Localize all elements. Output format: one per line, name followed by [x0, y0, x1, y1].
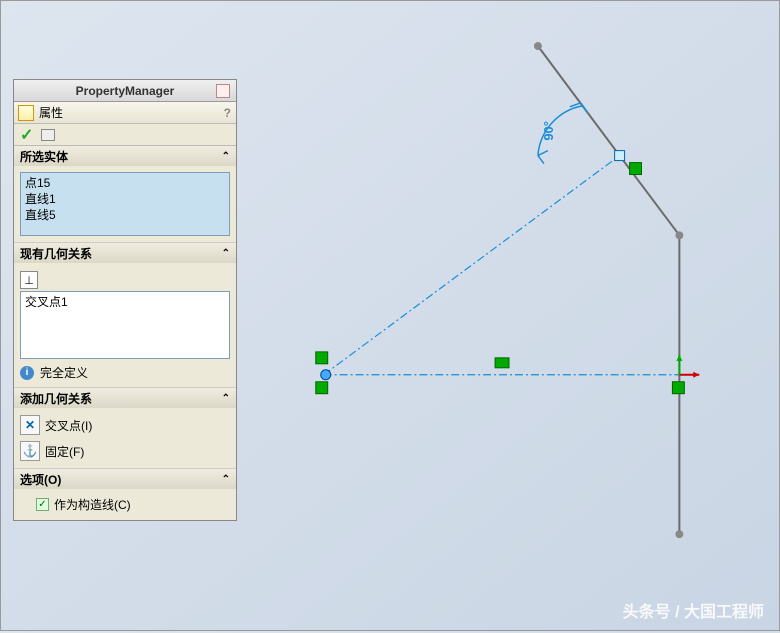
- intersection-button[interactable]: ✕ 交叉点(I): [20, 412, 230, 438]
- origin-marker: [676, 355, 699, 378]
- property-manager-panel: PropertyManager 属性 ? ✓ 所选实体 ⌃ 点15 直线1 直线…: [13, 79, 237, 521]
- existing-relations-section: 现有几何关系 ⌃ ⊥ 交叉点1 i 完全定义: [14, 243, 236, 388]
- intersection-label: 交叉点(I): [45, 417, 92, 434]
- status-text: 完全定义: [40, 364, 88, 381]
- arrow-icon: [581, 103, 588, 113]
- options-title: 选项(O): [20, 471, 61, 488]
- properties-label: 属性: [39, 104, 63, 121]
- anchor-icon: ⚓: [20, 441, 40, 461]
- arrow-icon: [538, 156, 544, 164]
- watermark-text: 头条号 / 大国工程师: [623, 598, 764, 622]
- checkbox-checked-icon[interactable]: ✓: [36, 498, 49, 511]
- fix-button[interactable]: ⚓ 固定(F): [20, 438, 230, 464]
- sketch-canvas[interactable]: 90°: [249, 1, 779, 630]
- endpoint-icon[interactable]: [675, 530, 683, 538]
- endpoint-icon[interactable]: [534, 42, 542, 50]
- keep-visible-icon[interactable]: [41, 129, 55, 141]
- collapse-icon[interactable]: ⌃: [222, 474, 230, 485]
- list-item[interactable]: 直线5: [25, 207, 225, 223]
- existing-listbox[interactable]: 交叉点1: [20, 291, 230, 359]
- selected-entities-section: 所选实体 ⌃ 点15 直线1 直线5: [14, 146, 236, 243]
- existing-title: 现有几何关系: [20, 245, 92, 262]
- status-row: i 完全定义: [20, 364, 230, 381]
- angle-dimension[interactable]: 90°: [541, 121, 556, 141]
- help-icon[interactable]: ?: [224, 106, 231, 120]
- selected-title: 所选实体: [20, 148, 68, 165]
- construction-label: 作为构造线(C): [54, 496, 131, 513]
- collapse-icon[interactable]: ⌃: [222, 393, 230, 404]
- constraint-icon[interactable]: [672, 382, 684, 394]
- point-icon[interactable]: [321, 370, 331, 380]
- selection-handle[interactable]: [615, 151, 625, 161]
- add-relations-section: 添加几何关系 ⌃ ✕ 交叉点(I) ⚓ 固定(F): [14, 388, 236, 469]
- add-title: 添加几何关系: [20, 390, 92, 407]
- constraint-icon[interactable]: [495, 358, 509, 368]
- ok-button[interactable]: ✓: [20, 125, 33, 145]
- collapse-icon[interactable]: ⌃: [222, 248, 230, 259]
- sketch-line[interactable]: [620, 156, 680, 236]
- relation-type-row: ⊥: [20, 271, 230, 289]
- pm-header: PropertyManager: [14, 80, 236, 102]
- constraint-icon[interactable]: [316, 382, 328, 394]
- arrow-icon: [538, 151, 548, 156]
- add-header[interactable]: 添加几何关系 ⌃: [14, 388, 236, 408]
- fix-label: 固定(F): [45, 443, 84, 460]
- pushpin-icon[interactable]: [216, 84, 230, 98]
- properties-row: 属性 ?: [14, 102, 236, 124]
- selected-header[interactable]: 所选实体 ⌃: [14, 146, 236, 166]
- list-item[interactable]: 交叉点1: [25, 294, 225, 310]
- properties-icon: [18, 105, 34, 121]
- list-item[interactable]: 点15: [25, 175, 225, 191]
- perpendicular-icon[interactable]: ⊥: [20, 271, 38, 289]
- constraint-icon[interactable]: [630, 163, 642, 175]
- construction-option[interactable]: ✓ 作为构造线(C): [14, 493, 236, 516]
- constraint-icon[interactable]: [316, 352, 328, 364]
- action-row: ✓: [14, 124, 236, 146]
- info-icon: i: [20, 366, 34, 380]
- existing-header[interactable]: 现有几何关系 ⌃: [14, 243, 236, 263]
- list-item[interactable]: 直线1: [25, 191, 225, 207]
- selected-listbox[interactable]: 点15 直线1 直线5: [20, 172, 230, 236]
- pm-title: PropertyManager: [76, 84, 175, 98]
- options-header[interactable]: 选项(O) ⌃: [14, 469, 236, 489]
- collapse-icon[interactable]: ⌃: [222, 151, 230, 162]
- intersection-icon: ✕: [20, 415, 40, 435]
- endpoint-icon[interactable]: [675, 231, 683, 239]
- options-section: 选项(O) ⌃ ✓ 作为构造线(C): [14, 469, 236, 520]
- construction-line[interactable]: [324, 156, 620, 375]
